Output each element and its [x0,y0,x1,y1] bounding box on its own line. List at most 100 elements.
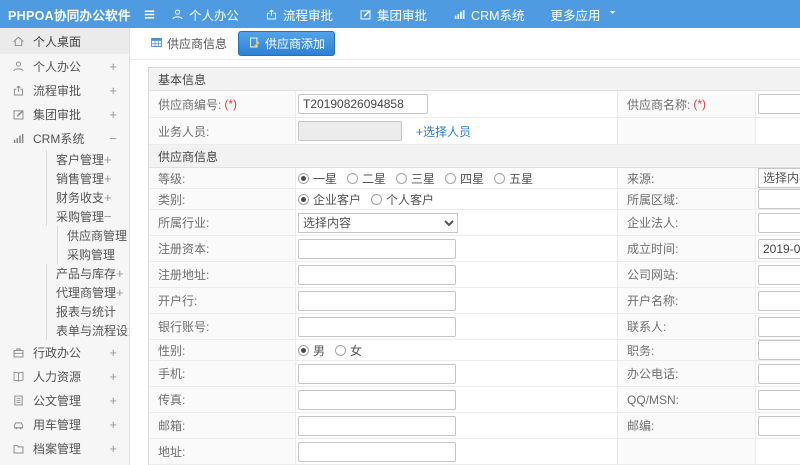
flow-icon [12,84,26,97]
field-label: 业务人员: [158,124,210,139]
form-label-cell: 来源: [618,168,756,188]
founded-date-input[interactable] [758,238,800,259]
topnav-item-personal-office[interactable]: 个人办公 [171,5,239,24]
sidebar-item-reports-stats[interactable]: 报表与统计 [46,302,129,321]
level-radio-0[interactable]: 一星 [298,170,337,187]
form-label-cell: 成立时间: [618,236,756,261]
topnav-item-group-approval[interactable]: 集团审批 [359,5,427,24]
category-radio-0[interactable]: 企业客户 [298,191,361,208]
form-row: 邮箱: 邮编: [149,413,800,439]
tab-supplier-info[interactable]: 供应商信息 [148,31,229,56]
region-input[interactable] [758,189,800,209]
sidebar-item-purchase-mgmt[interactable]: 采购管理 − [46,207,129,226]
qq-msn-input[interactable] [758,389,800,410]
level-radio-4[interactable]: 五星 [494,170,533,187]
company-website-input[interactable] [758,264,800,285]
supplier-name-input[interactable] [758,94,800,114]
postcode-input[interactable] [758,415,800,436]
topbar: PHPOA协同办公软件 个人办公 流程审批 集团审批 CRM系统 更多应用 [0,0,800,28]
sidebar-item-archive-mgmt[interactable]: 档案管理 + [0,436,129,460]
field-label: 所属区域: [627,192,679,207]
sidebar-item-group-approval[interactable]: 集团审批 + [0,102,129,126]
form-field-cell [756,387,800,412]
contact-person-input[interactable] [758,316,800,337]
legal-person-input[interactable] [758,212,800,233]
form-field-cell [756,361,800,386]
sidebar-item-label: 采购管理 [56,210,105,224]
sidebar-item-finance-mgmt[interactable]: 财务收支 + [46,188,129,207]
sidebar-item-agent-mgmt[interactable]: 代理商管理 + [46,283,129,302]
form-label-cell [618,118,756,144]
industry-select[interactable]: 选择内容 [298,212,458,233]
field-label: 来源: [627,171,655,186]
radio-label: 二星 [362,171,387,186]
field-label: 成立时间: [627,242,679,256]
sidebar-item-vehicle-mgmt[interactable]: 用车管理 + [0,412,129,436]
level-radio-3[interactable]: 四星 [445,170,484,187]
sidebar-item-personal-office[interactable]: 个人办公 + [0,54,129,78]
supplier-code-input[interactable] [298,94,428,114]
sidebar-item-label: 销售管理 [56,172,105,186]
expand-collapse-icon: + [116,285,124,300]
form-label-cell: 业务人员: [149,118,296,144]
sidebar-item-product-inventory[interactable]: 产品与库存 + [46,264,129,283]
form-field-cell [296,262,618,287]
level-radio-1[interactable]: 二星 [347,170,386,187]
sidebar-item-sales-mgmt[interactable]: 销售管理 + [46,169,129,188]
sidebar-item-crm-system[interactable]: CRM系统 − [0,126,129,150]
category-radio-1[interactable]: 个人客户 [371,191,434,208]
position-input[interactable] [758,340,800,360]
mobile-input[interactable] [298,363,456,384]
form-label-cell: 邮箱: [149,413,296,438]
radio-unchecked-icon [494,172,506,184]
sidebar-item-supplier-mgmt[interactable]: 供应商管理 [57,226,129,245]
source-select[interactable]: 选择内容 [758,168,800,188]
sidebar-item-human-resources[interactable]: 人力资源 + [0,364,129,388]
expand-collapse-icon: + [104,152,112,167]
business-staff-input[interactable] [298,121,402,141]
gender-radio-0[interactable]: 男 [298,342,325,359]
form-field-cell [756,91,800,117]
tab-supplier-add[interactable]: 供应商添加 [238,31,336,56]
bank-name-input[interactable] [298,290,456,311]
level-radio-2[interactable]: 三星 [396,170,435,187]
form-label-cell: 地址: [149,439,296,464]
sidebar-item-admin-office[interactable]: 行政办公 + [0,340,129,364]
expand-collapse-icon: − [104,209,112,224]
form-field-cell [756,262,800,287]
sidebar: 个人桌面 个人办公 + 流程审批 + 集团审批 + CRM系统 − 客户管理 + 销售管理 + 财务收支 +… [0,28,130,465]
registered-capital-input[interactable] [298,238,456,259]
gender-radio-1[interactable]: 女 [335,342,362,359]
bank-account-input[interactable] [298,316,456,337]
sidebar-item-document-mgmt[interactable]: 公文管理 + [0,388,129,412]
field-label: 公司网站: [627,268,679,282]
form-field-cell [296,361,618,386]
section-header: 供应商信息 [149,145,800,168]
sidebar-item-label: 财务收支 [56,191,105,205]
business-staff-picker-link[interactable]: +选择人员 [416,123,471,140]
topnav-item-more-apps[interactable]: 更多应用 [551,5,617,24]
address-input[interactable] [298,441,456,462]
sidebar-item-label: 供应商管理 [67,229,128,243]
form-row: 业务人员: +选择人员 [149,118,800,145]
user-icon [171,8,184,21]
office-phone-input[interactable] [758,363,800,384]
sidebar-item-customer-mgmt[interactable]: 客户管理 + [46,150,129,169]
form-field-cell: 一星 二星 三星 四星 五星 [296,168,618,188]
topnav-item-crm-system[interactable]: CRM系统 [453,5,525,24]
account-name-input[interactable] [758,290,800,311]
radio-checked-icon [298,193,309,205]
form-label-cell: 传真: [149,387,296,412]
form-field-cell [296,314,618,339]
sidebar-item-label: 产品与库存 [56,267,117,281]
topnav-item-workflow-approval[interactable]: 流程审批 [265,5,333,24]
email-input[interactable] [298,415,456,436]
menu-toggle-icon[interactable] [142,7,157,22]
fax-input[interactable] [298,389,456,410]
chart-icon [453,8,466,21]
sidebar-item-workflow-approval[interactable]: 流程审批 + [0,78,129,102]
sidebar-item-procurement-mgmt[interactable]: 采购管理 [57,245,129,264]
registered-address-input[interactable] [298,264,456,285]
sidebar-item-personal-desktop[interactable]: 个人桌面 [0,28,129,54]
sidebar-item-form-flow-settings[interactable]: 表单与流程设置+ [46,321,129,340]
